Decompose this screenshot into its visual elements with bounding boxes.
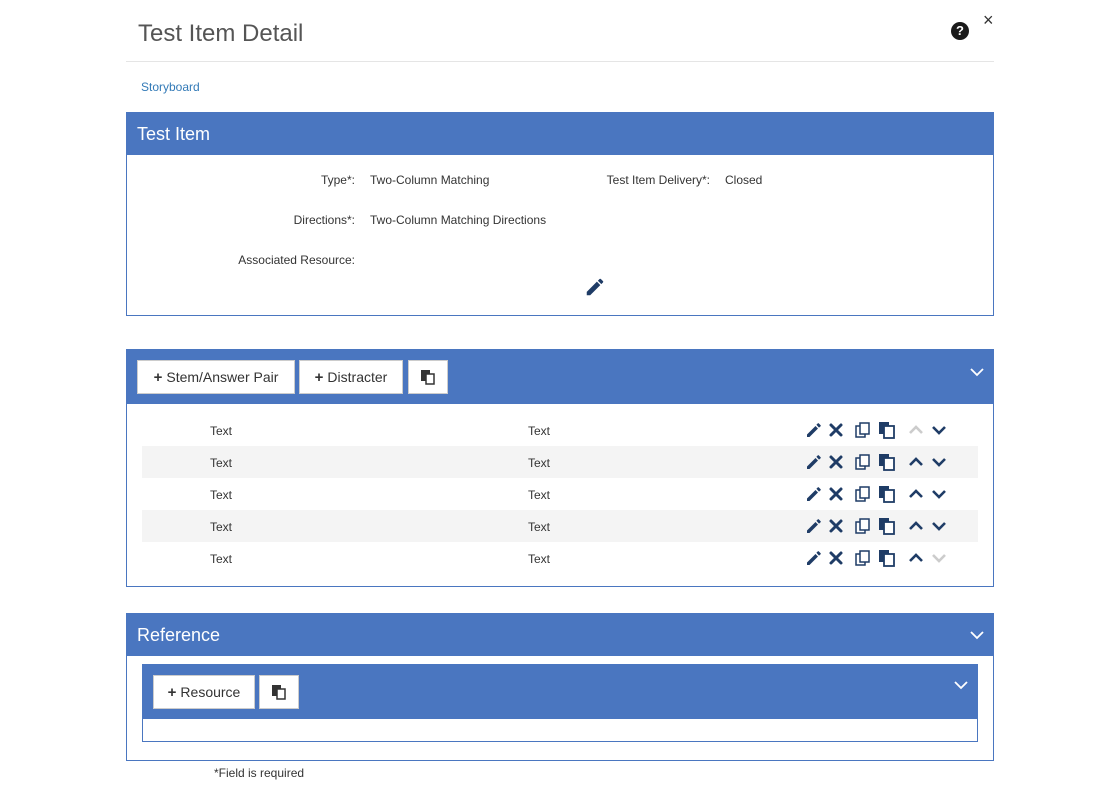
delete-icon[interactable] [827, 517, 845, 535]
paste-icon[interactable] [878, 485, 896, 503]
pair-row: Text Text [142, 414, 978, 446]
answer-text: Text [528, 552, 551, 566]
required-field-note: *Field is required [214, 766, 305, 780]
pencil-icon[interactable] [805, 485, 823, 503]
pencil-icon[interactable] [805, 421, 823, 439]
copy-icon[interactable] [854, 453, 872, 471]
delete-icon[interactable] [827, 421, 845, 439]
add-resource-label: Resource [180, 684, 241, 700]
stem-text: Text [210, 456, 233, 470]
add-distracter-label: Distracter [327, 369, 388, 385]
chevron-up-icon[interactable] [907, 453, 925, 471]
help-icon[interactable]: ? [951, 22, 969, 40]
copy-icon[interactable] [854, 421, 872, 439]
delete-icon[interactable] [827, 453, 845, 471]
edit-resource-pencil-icon[interactable] [584, 276, 606, 298]
answer-text: Text [528, 488, 551, 502]
delete-icon[interactable] [827, 485, 845, 503]
chevron-up-icon[interactable] [907, 485, 925, 503]
answer-text: Text [528, 424, 551, 438]
stem-text: Text [210, 488, 233, 502]
plus-icon: + [167, 683, 177, 701]
paste-icon[interactable] [878, 421, 896, 439]
pair-row: Text Text [142, 510, 978, 542]
chevron-down-icon[interactable] [930, 517, 948, 535]
modal-title: Test Item Detail [138, 20, 304, 47]
resource-subpanel-header: + Resource [143, 665, 977, 719]
paste-icon[interactable] [878, 549, 896, 567]
add-stem-answer-pair-button[interactable]: + Stem/Answer Pair [137, 360, 295, 394]
copy-icon[interactable] [854, 549, 872, 567]
breadcrumb-storyboard[interactable]: Storyboard [141, 80, 200, 94]
pairs-list: Text Text Text Text Text Text Text Text Text Text [142, 414, 978, 574]
type-value: Two-Column Matching [370, 173, 490, 187]
paste-icon [272, 685, 286, 700]
stem-text: Text [210, 520, 233, 534]
pencil-icon[interactable] [805, 453, 823, 471]
add-stem-answer-pair-label: Stem/Answer Pair [166, 369, 279, 385]
stem-text: Text [210, 552, 233, 566]
reference-panel-header: Reference [127, 614, 993, 656]
answer-text: Text [528, 520, 551, 534]
answer-text: Text [528, 456, 551, 470]
paste-icon[interactable] [878, 453, 896, 471]
delivery-label: Test Item Delivery*: [606, 173, 710, 187]
title-divider [126, 61, 994, 62]
stem-text: Text [210, 424, 233, 438]
close-icon[interactable]: × [983, 10, 994, 31]
delivery-value: Closed [725, 173, 763, 187]
pencil-icon[interactable] [805, 549, 823, 567]
plus-icon: + [314, 368, 324, 386]
pair-row: Text Text [142, 446, 978, 478]
chevron-down-icon [932, 554, 946, 563]
type-label: Type*: [320, 173, 355, 187]
plus-icon: + [153, 368, 163, 386]
chevron-up-icon[interactable] [907, 549, 925, 567]
associated-resource-label: Associated Resource: [238, 253, 355, 267]
paste-icon [421, 370, 435, 385]
paste-resource-button[interactable] [259, 675, 299, 709]
pair-row: Text Text [142, 478, 978, 510]
collapse-resource-chevron-icon[interactable] [953, 679, 969, 691]
chevron-down-icon[interactable] [930, 453, 948, 471]
delete-icon[interactable] [827, 549, 845, 567]
collapse-pairs-chevron-icon[interactable] [969, 366, 985, 378]
chevron-down-icon[interactable] [930, 421, 948, 439]
reference-panel: Reference + Resource [126, 613, 994, 761]
test-item-panel: Test Item Type*: Two-Column Matching Tes… [126, 112, 994, 316]
test-item-panel-title: Test Item [137, 124, 211, 144]
resource-subpanel: + Resource [142, 664, 978, 742]
collapse-reference-chevron-icon[interactable] [969, 629, 985, 641]
chevron-up-icon [909, 425, 923, 434]
copy-icon[interactable] [854, 485, 872, 503]
directions-label: Directions*: [293, 213, 355, 227]
paste-icon[interactable] [878, 517, 896, 535]
pencil-icon[interactable] [805, 517, 823, 535]
copy-icon[interactable] [854, 517, 872, 535]
paste-button[interactable] [408, 360, 448, 394]
pairs-panel: + Stem/Answer Pair + Distracter Text Text… [126, 349, 994, 587]
directions-value: Two-Column Matching Directions [370, 213, 547, 227]
chevron-up-icon[interactable] [907, 517, 925, 535]
pairs-panel-header: + Stem/Answer Pair + Distracter [127, 350, 993, 404]
reference-panel-title: Reference [137, 625, 221, 645]
chevron-down-icon[interactable] [930, 485, 948, 503]
pair-row: Text Text [142, 542, 978, 574]
add-distracter-button[interactable]: + Distracter [299, 360, 403, 394]
add-resource-button[interactable]: + Resource [153, 675, 255, 709]
test-item-panel-header: Test Item [127, 113, 993, 155]
